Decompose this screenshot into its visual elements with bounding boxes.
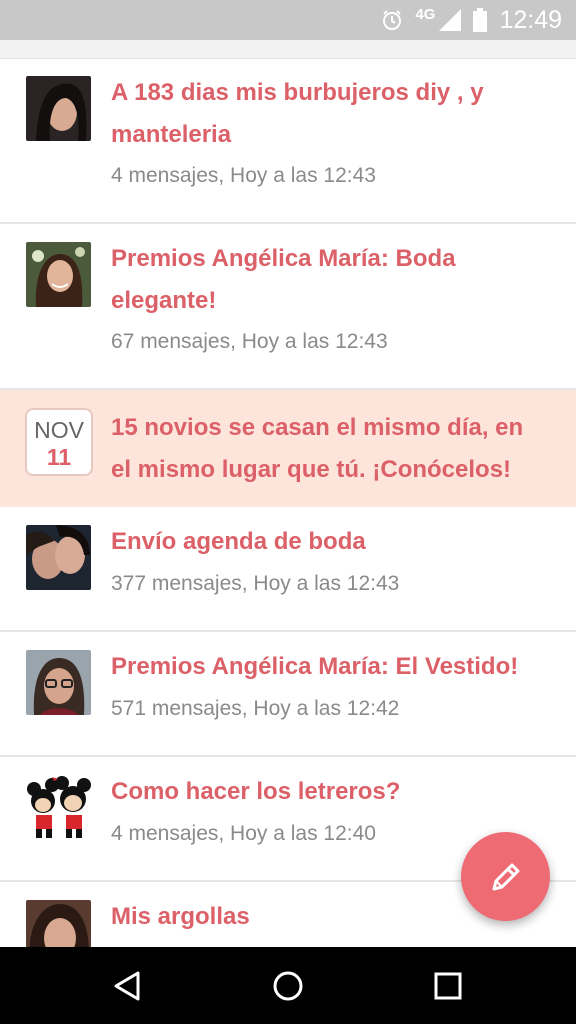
recents-icon[interactable] — [431, 969, 465, 1003]
back-icon[interactable] — [110, 969, 144, 1003]
thread-meta: 571 mensajes, Hoy a las 12:42 — [111, 697, 400, 720]
thread-list: A 183 dias mis burbujeros diy , y mantel… — [0, 58, 576, 965]
thread-row[interactable]: Premios Angélica María: Boda elegante! 6… — [0, 224, 576, 390]
system-nav-bar — [0, 947, 576, 1024]
header-shadow — [0, 40, 576, 59]
thread-title[interactable]: Premios Angélica María: Boda elegante! — [111, 238, 548, 322]
avatar-woman-dark-hair — [26, 76, 91, 141]
signal-icon — [439, 9, 462, 31]
thread-title[interactable]: Premios Angélica María: El Vestido! — [111, 646, 548, 688]
thread-row[interactable]: A 183 dias mis burbujeros diy , y mantel… — [0, 58, 576, 224]
avatar-couple-kissing — [26, 525, 91, 590]
thread-title[interactable]: Envío agenda de boda — [111, 521, 548, 563]
pencil-icon — [492, 863, 519, 890]
status-time: 12:49 — [499, 5, 562, 34]
thread-meta: 377 mensajes, Hoy a las 12:43 — [111, 572, 400, 595]
date-month: NOV — [34, 417, 84, 443]
thread-meta: 67 mensajes, Hoy a las 12:43 — [111, 330, 388, 353]
avatar-woman-smiling — [26, 242, 91, 307]
home-icon[interactable] — [271, 969, 305, 1003]
battery-icon — [473, 8, 488, 32]
avatar-woman-glasses — [26, 650, 91, 715]
thread-meta: 4 mensajes, Hoy a las 12:43 — [111, 164, 376, 187]
promo-banner[interactable]: NOV 11 15 novios se casan el mismo día, … — [0, 390, 576, 507]
avatar-mickey-minnie — [26, 775, 91, 840]
date-day: 11 — [46, 444, 72, 470]
calendar-date-badge: NOV 11 — [25, 408, 93, 476]
status-bar: 4G 12:49 — [0, 0, 576, 40]
compose-button[interactable] — [461, 832, 550, 921]
thread-row[interactable]: Premios Angélica María: El Vestido! 571 … — [0, 632, 576, 757]
thread-title[interactable]: Como hacer los letreros? — [111, 771, 548, 813]
alarm-icon — [383, 10, 402, 30]
thread-title[interactable]: A 183 dias mis burbujeros diy , y mantel… — [111, 72, 548, 156]
promo-title[interactable]: 15 novios se casan el mismo día, en el m… — [111, 407, 548, 491]
thread-row[interactable]: Envío agenda de boda 377 mensajes, Hoy a… — [0, 507, 576, 632]
thread-meta: 4 mensajes, Hoy a las 12:40 — [111, 822, 376, 845]
network-type: 4G — [415, 5, 436, 23]
